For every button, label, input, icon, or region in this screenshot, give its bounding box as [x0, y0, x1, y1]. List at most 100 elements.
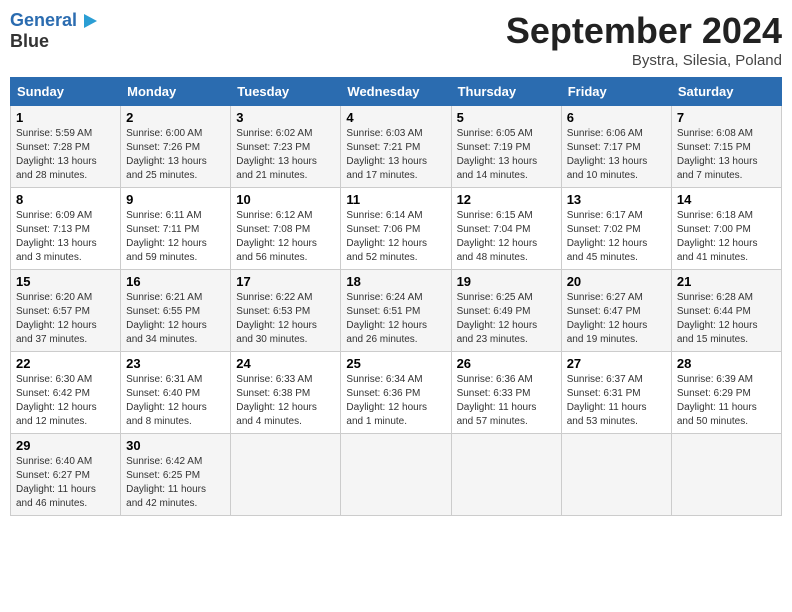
- day-number: 13: [567, 192, 666, 207]
- day-detail: Sunrise: 6:00 AM Sunset: 7:26 PM Dayligh…: [126, 127, 225, 183]
- day-number: 20: [567, 274, 666, 289]
- calendar-cell: [341, 434, 451, 516]
- day-number: 5: [457, 110, 556, 125]
- day-detail: Sunrise: 6:31 AM Sunset: 6:40 PM Dayligh…: [126, 373, 225, 429]
- day-number: 19: [457, 274, 556, 289]
- day-detail: Sunrise: 6:21 AM Sunset: 6:55 PM Dayligh…: [126, 291, 225, 347]
- day-detail: Sunrise: 6:14 AM Sunset: 7:06 PM Dayligh…: [346, 209, 445, 265]
- day-detail: Sunrise: 6:37 AM Sunset: 6:31 PM Dayligh…: [567, 373, 666, 429]
- day-number: 30: [126, 438, 225, 453]
- calendar-cell: 19 Sunrise: 6:25 AM Sunset: 6:49 PM Dayli…: [451, 270, 561, 352]
- calendar-cell: [671, 434, 781, 516]
- dow-header: Wednesday: [341, 78, 451, 106]
- day-detail: Sunrise: 6:08 AM Sunset: 7:15 PM Dayligh…: [677, 127, 776, 183]
- day-number: 8: [16, 192, 115, 207]
- calendar-week-row: 1 Sunrise: 5:59 AM Sunset: 7:28 PM Daylig…: [11, 106, 782, 188]
- calendar-cell: 29 Sunrise: 6:40 AM Sunset: 6:27 PM Dayli…: [11, 434, 121, 516]
- day-number: 15: [16, 274, 115, 289]
- day-detail: Sunrise: 6:24 AM Sunset: 6:51 PM Dayligh…: [346, 291, 445, 347]
- calendar-cell: 18Sunrise: 6:24 AM Sunset: 6:51 PM Dayli…: [341, 270, 451, 352]
- day-number: 26: [457, 356, 556, 371]
- day-detail: Sunrise: 6:36 AM Sunset: 6:33 PM Dayligh…: [457, 373, 556, 429]
- calendar-week-row: 22Sunrise: 6:30 AM Sunset: 6:42 PM Dayli…: [11, 352, 782, 434]
- day-number: 10: [236, 192, 335, 207]
- calendar-cell: 2 Sunrise: 6:00 AM Sunset: 7:26 PM Daylig…: [121, 106, 231, 188]
- calendar-cell: 6 Sunrise: 6:06 AM Sunset: 7:17 PM Daylig…: [561, 106, 671, 188]
- dow-header: Friday: [561, 78, 671, 106]
- day-number: 12: [457, 192, 556, 207]
- day-number: 25: [346, 356, 445, 371]
- day-detail: Sunrise: 6:40 AM Sunset: 6:27 PM Dayligh…: [16, 455, 115, 511]
- calendar-week-row: 15 Sunrise: 6:20 AM Sunset: 6:57 PM Dayli…: [11, 270, 782, 352]
- dow-header: Saturday: [671, 78, 781, 106]
- calendar-cell: 12 Sunrise: 6:15 AM Sunset: 7:04 PM Dayli…: [451, 188, 561, 270]
- day-detail: Sunrise: 6:18 AM Sunset: 7:00 PM Dayligh…: [677, 209, 776, 265]
- day-detail: Sunrise: 6:15 AM Sunset: 7:04 PM Dayligh…: [457, 209, 556, 265]
- calendar-cell: 15 Sunrise: 6:20 AM Sunset: 6:57 PM Dayli…: [11, 270, 121, 352]
- calendar-table: SundayMondayTuesdayWednesdayThursdayFrid…: [10, 77, 782, 516]
- calendar-cell: 1 Sunrise: 5:59 AM Sunset: 7:28 PM Daylig…: [11, 106, 121, 188]
- location: Bystra, Silesia, Poland: [506, 52, 782, 69]
- day-number: 28: [677, 356, 776, 371]
- day-detail: Sunrise: 6:11 AM Sunset: 7:11 PM Dayligh…: [126, 209, 225, 265]
- logo-blue: Blue: [10, 31, 97, 52]
- calendar-cell: 20Sunrise: 6:27 AM Sunset: 6:47 PM Dayli…: [561, 270, 671, 352]
- day-number: 3: [236, 110, 335, 125]
- dow-header: Thursday: [451, 78, 561, 106]
- calendar-cell: 4Sunrise: 6:03 AM Sunset: 7:21 PM Daylig…: [341, 106, 451, 188]
- calendar-cell: 7 Sunrise: 6:08 AM Sunset: 7:15 PM Daylig…: [671, 106, 781, 188]
- calendar-cell: 16 Sunrise: 6:21 AM Sunset: 6:55 PM Dayli…: [121, 270, 231, 352]
- day-number: 16: [126, 274, 225, 289]
- calendar-cell: 24 Sunrise: 6:33 AM Sunset: 6:38 PM Dayli…: [231, 352, 341, 434]
- calendar-cell: 28 Sunrise: 6:39 AM Sunset: 6:29 PM Dayli…: [671, 352, 781, 434]
- calendar-cell: 25Sunrise: 6:34 AM Sunset: 6:36 PM Dayli…: [341, 352, 451, 434]
- calendar-cell: 23 Sunrise: 6:31 AM Sunset: 6:40 PM Dayli…: [121, 352, 231, 434]
- dow-header: Sunday: [11, 78, 121, 106]
- day-number: 14: [677, 192, 776, 207]
- day-number: 23: [126, 356, 225, 371]
- day-number: 2: [126, 110, 225, 125]
- day-number: 24: [236, 356, 335, 371]
- calendar-cell: 14 Sunrise: 6:18 AM Sunset: 7:00 PM Dayli…: [671, 188, 781, 270]
- calendar-week-row: 29 Sunrise: 6:40 AM Sunset: 6:27 PM Dayli…: [11, 434, 782, 516]
- day-detail: Sunrise: 6:39 AM Sunset: 6:29 PM Dayligh…: [677, 373, 776, 429]
- calendar-cell: 22Sunrise: 6:30 AM Sunset: 6:42 PM Dayli…: [11, 352, 121, 434]
- day-detail: Sunrise: 6:42 AM Sunset: 6:25 PM Dayligh…: [126, 455, 225, 511]
- day-detail: Sunrise: 6:33 AM Sunset: 6:38 PM Dayligh…: [236, 373, 335, 429]
- day-detail: Sunrise: 6:06 AM Sunset: 7:17 PM Dayligh…: [567, 127, 666, 183]
- calendar-cell: 17Sunrise: 6:22 AM Sunset: 6:53 PM Dayli…: [231, 270, 341, 352]
- calendar-cell: 26 Sunrise: 6:36 AM Sunset: 6:33 PM Dayli…: [451, 352, 561, 434]
- calendar-cell: 27 Sunrise: 6:37 AM Sunset: 6:31 PM Dayli…: [561, 352, 671, 434]
- day-detail: Sunrise: 6:20 AM Sunset: 6:57 PM Dayligh…: [16, 291, 115, 347]
- calendar-cell: 9 Sunrise: 6:11 AM Sunset: 7:11 PM Daylig…: [121, 188, 231, 270]
- calendar-cell: 13Sunrise: 6:17 AM Sunset: 7:02 PM Dayli…: [561, 188, 671, 270]
- day-detail: Sunrise: 6:25 AM Sunset: 6:49 PM Dayligh…: [457, 291, 556, 347]
- calendar-cell: 8Sunrise: 6:09 AM Sunset: 7:13 PM Daylig…: [11, 188, 121, 270]
- calendar-cell: [231, 434, 341, 516]
- day-number: 21: [677, 274, 776, 289]
- dow-header: Monday: [121, 78, 231, 106]
- day-detail: Sunrise: 6:12 AM Sunset: 7:08 PM Dayligh…: [236, 209, 335, 265]
- day-number: 9: [126, 192, 225, 207]
- day-number: 6: [567, 110, 666, 125]
- day-detail: Sunrise: 5:59 AM Sunset: 7:28 PM Dayligh…: [16, 127, 115, 183]
- month-title: September 2024: [506, 10, 782, 52]
- logo-arrow-icon: [84, 14, 97, 28]
- calendar-cell: 30 Sunrise: 6:42 AM Sunset: 6:25 PM Dayli…: [121, 434, 231, 516]
- day-number: 27: [567, 356, 666, 371]
- day-detail: Sunrise: 6:05 AM Sunset: 7:19 PM Dayligh…: [457, 127, 556, 183]
- calendar-cell: 10 Sunrise: 6:12 AM Sunset: 7:08 PM Dayli…: [231, 188, 341, 270]
- day-number: 7: [677, 110, 776, 125]
- calendar-body: 1 Sunrise: 5:59 AM Sunset: 7:28 PM Daylig…: [11, 106, 782, 516]
- day-detail: Sunrise: 6:03 AM Sunset: 7:21 PM Dayligh…: [346, 127, 445, 183]
- day-number: 29: [16, 438, 115, 453]
- day-detail: Sunrise: 6:02 AM Sunset: 7:23 PM Dayligh…: [236, 127, 335, 183]
- calendar-cell: 21Sunrise: 6:28 AM Sunset: 6:44 PM Dayli…: [671, 270, 781, 352]
- calendar-cell: 11Sunrise: 6:14 AM Sunset: 7:06 PM Dayli…: [341, 188, 451, 270]
- dow-header: Tuesday: [231, 78, 341, 106]
- day-number: 1: [16, 110, 115, 125]
- logo-text: General: [10, 10, 97, 31]
- page-header: General Blue September 2024 Bystra, Sile…: [10, 10, 782, 69]
- calendar-cell: [451, 434, 561, 516]
- calendar-cell: [561, 434, 671, 516]
